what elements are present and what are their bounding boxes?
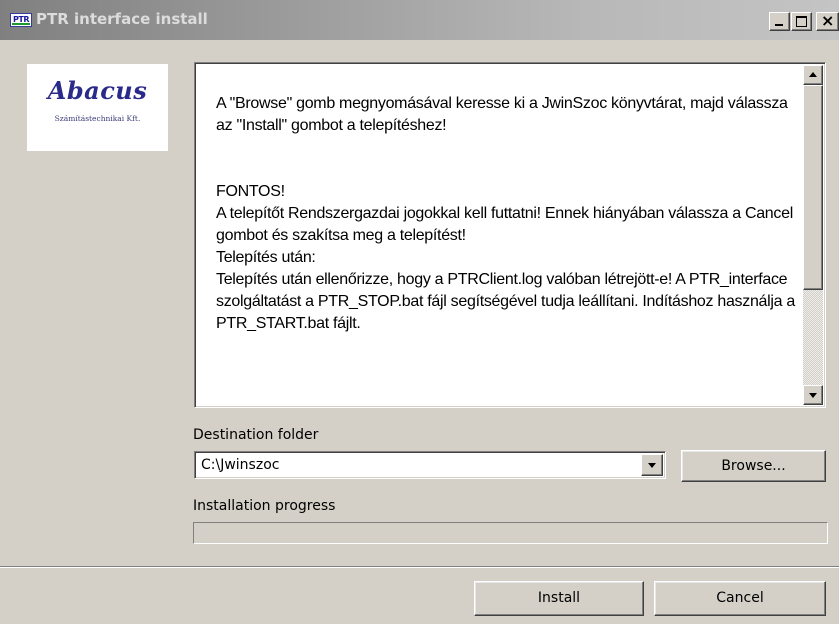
installation-progress-label: Installation progress [193, 498, 336, 514]
info-text: A "Browse" gomb megnyomásával keresse ki… [216, 93, 796, 335]
installer-window: PTR PTR interface install × Abacus Számí… [0, 0, 839, 624]
info-paragraph-browse: A "Browse" gomb megnyomásával keresse ki… [216, 95, 788, 134]
close-icon: × [821, 11, 835, 30]
chevron-down-icon [648, 463, 656, 468]
install-button[interactable]: Install [474, 581, 644, 616]
vertical-scrollbar[interactable] [803, 65, 823, 405]
info-textbox[interactable]: A "Browse" gomb megnyomásával keresse ki… [194, 62, 826, 408]
scroll-up-button[interactable] [803, 65, 823, 85]
browse-button[interactable]: Browse... [681, 450, 826, 482]
arrow-up-icon [809, 72, 817, 77]
info-after-install-heading: Telepítés után: [216, 249, 316, 266]
minimize-button[interactable] [769, 12, 790, 31]
destination-folder-value: C:\Jwinszoc [201, 457, 280, 473]
cancel-button[interactable]: Cancel [654, 581, 826, 616]
footer-separator [0, 566, 839, 568]
title-bar[interactable]: PTR PTR interface install × [0, 0, 839, 40]
installation-progress-bar [193, 522, 828, 544]
app-icon: PTR [10, 13, 32, 27]
info-paragraph-admin: A telepítőt Rendszergazdai jogokkal kell… [216, 205, 793, 244]
maximize-button[interactable] [791, 12, 812, 31]
company-logo: Abacus Számítástechnikai Kft. [27, 64, 168, 151]
logo-subtitle: Számítástechnikai Kft. [54, 114, 141, 123]
logo-name: Abacus [47, 76, 148, 105]
combo-dropdown-button[interactable] [641, 454, 663, 476]
arrow-down-icon [809, 393, 817, 398]
scroll-down-button[interactable] [803, 385, 823, 405]
destination-folder-label: Destination folder [193, 427, 319, 443]
window-title: PTR interface install [36, 10, 208, 28]
scrollbar-thumb[interactable] [803, 85, 823, 290]
close-button[interactable]: × [816, 12, 839, 31]
destination-folder-combo[interactable]: C:\Jwinszoc [194, 451, 666, 479]
info-paragraph-after: Telepítés után ellenőrizze, hogy a PTRCl… [216, 271, 796, 332]
info-fontos-heading: FONTOS! [216, 183, 285, 200]
